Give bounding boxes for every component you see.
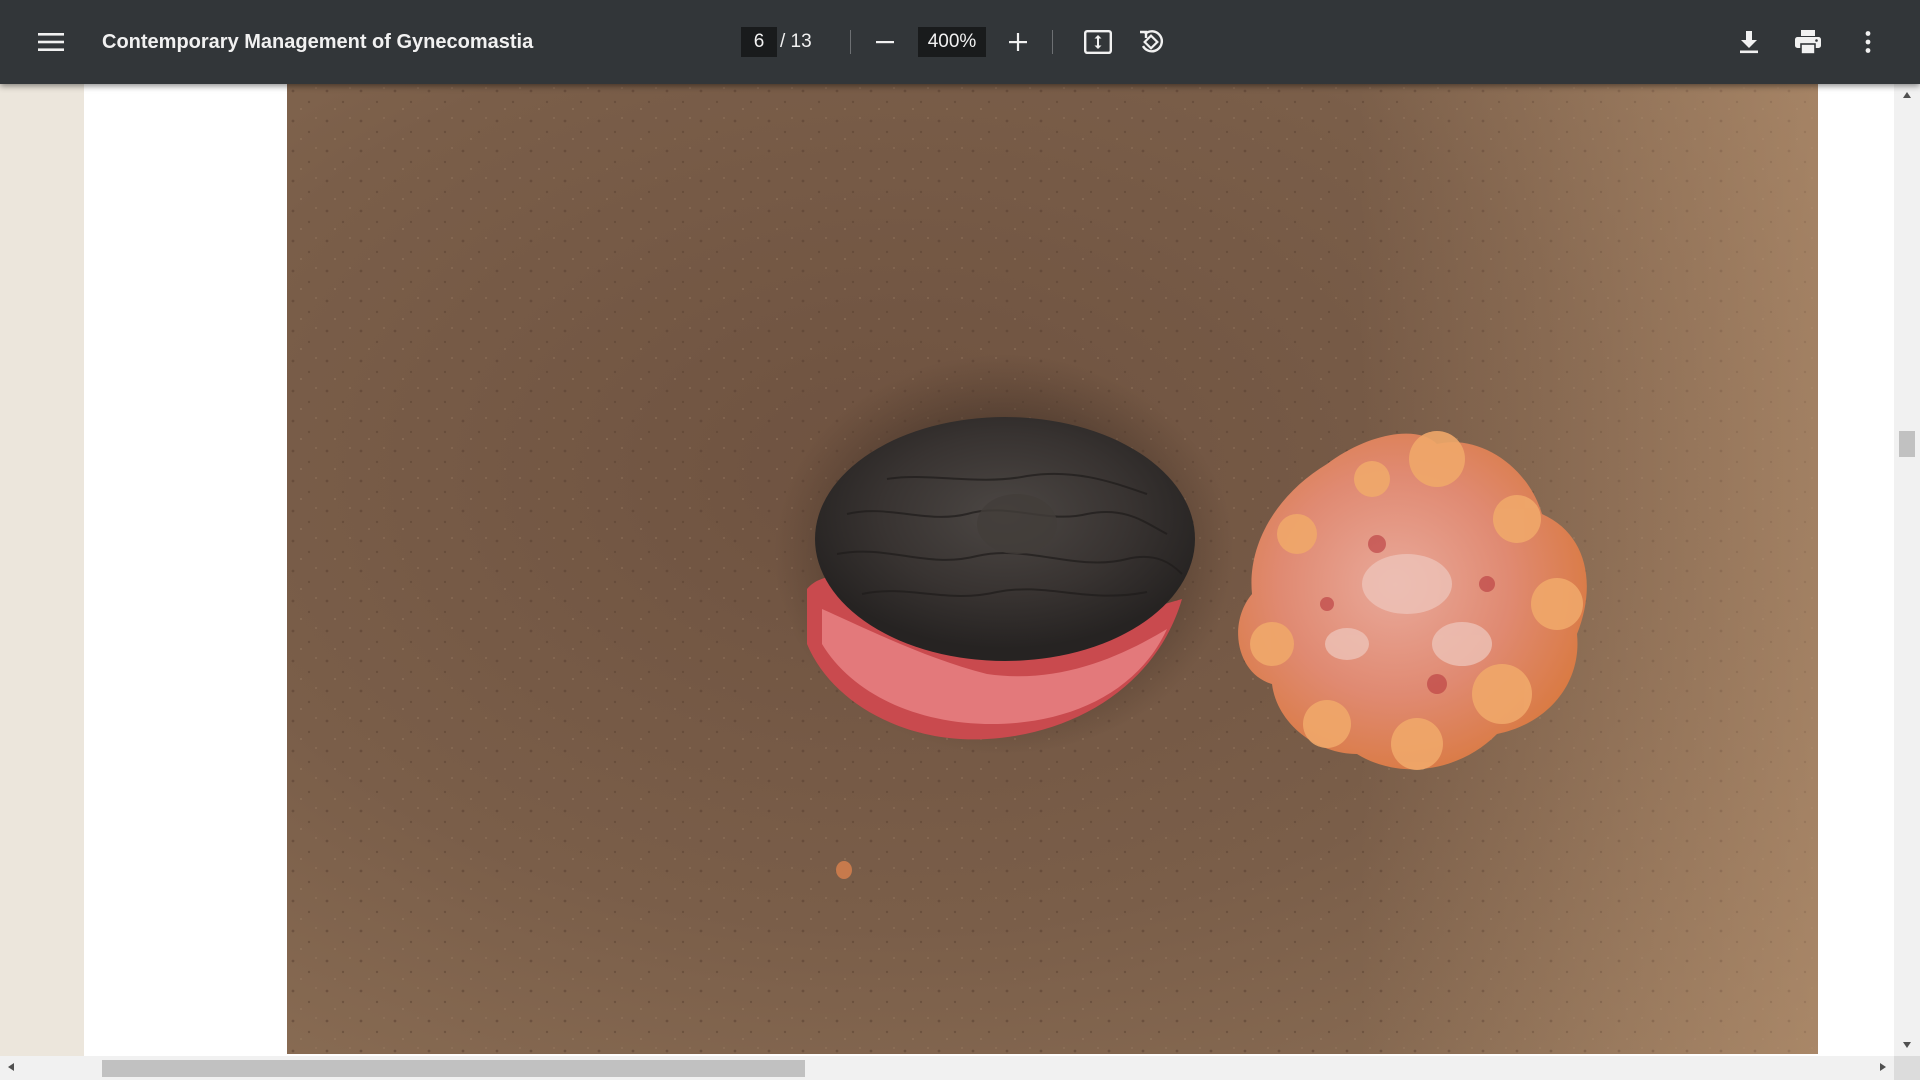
pdf-viewer-area[interactable]: [0, 84, 1920, 1080]
page-number-input[interactable]: [741, 27, 777, 57]
clinical-photo: [287, 84, 1818, 1054]
horizontal-scroll-thumb[interactable]: [102, 1060, 806, 1077]
triangle-right-icon: [1879, 1059, 1887, 1077]
scroll-up-button[interactable]: [1894, 84, 1920, 106]
document-title: Contemporary Management of Gynecomastia: [102, 31, 534, 53]
rotate-counterclockwise-icon: [1137, 28, 1165, 56]
print-button[interactable]: [1784, 18, 1832, 66]
triangle-left-icon: [7, 1059, 15, 1077]
more-actions-button[interactable]: [1844, 18, 1892, 66]
more-vertical-icon: [1864, 30, 1872, 54]
horizontal-scrollbar[interactable]: [0, 1056, 1920, 1080]
plus-icon: [1008, 32, 1028, 52]
toolbar-divider: [850, 30, 851, 54]
menu-button[interactable]: [27, 18, 75, 66]
fit-to-page-icon: [1084, 30, 1112, 54]
scroll-right-button[interactable]: [1872, 1056, 1894, 1080]
download-icon: [1738, 30, 1760, 54]
minus-icon: [875, 32, 895, 52]
page-count: / 13: [780, 31, 812, 52]
menu-icon: [38, 32, 64, 52]
print-icon: [1794, 29, 1822, 55]
vertical-scroll-thumb[interactable]: [1899, 430, 1915, 457]
pdf-toolbar: Contemporary Management of Gynecomastia …: [0, 0, 1920, 84]
download-button[interactable]: [1725, 18, 1773, 66]
scroll-left-button[interactable]: [0, 1056, 22, 1080]
zoom-in-button[interactable]: [994, 18, 1042, 66]
clinical-photo-image: [287, 84, 1818, 1054]
triangle-down-icon: [1902, 1036, 1912, 1054]
toolbar-divider: [1052, 30, 1053, 54]
vertical-scrollbar[interactable]: [1894, 84, 1920, 1056]
pdf-page: [84, 84, 1894, 1056]
zoom-level-input[interactable]: [918, 27, 986, 57]
fit-to-page-button[interactable]: [1074, 18, 1122, 66]
scroll-down-button[interactable]: [1894, 1034, 1920, 1056]
zoom-out-button[interactable]: [861, 18, 909, 66]
rotate-button[interactable]: [1127, 18, 1175, 66]
triangle-up-icon: [1902, 86, 1912, 104]
scrollbar-corner: [1894, 1056, 1920, 1080]
